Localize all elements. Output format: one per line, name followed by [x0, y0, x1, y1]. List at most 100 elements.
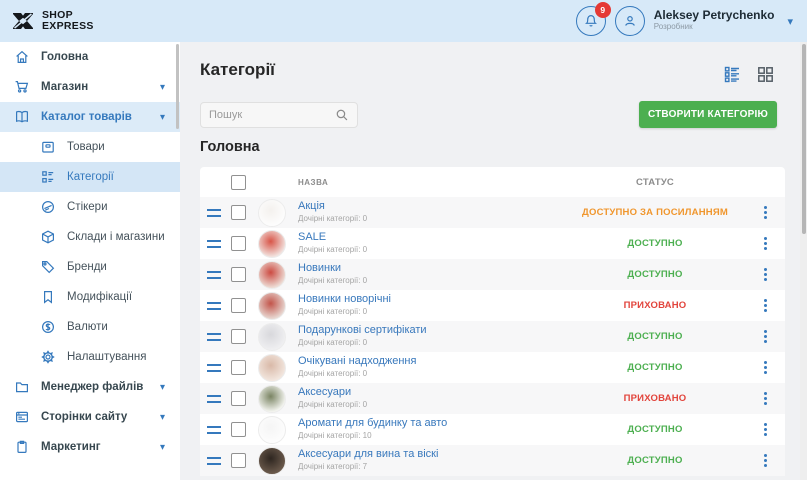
list-view-icon[interactable] [724, 66, 741, 83]
pages-icon [13, 409, 30, 426]
category-table-body: АкціяДочірні категорії: 0ДОСТУПНО ЗА ПОС… [200, 197, 785, 476]
sidebar-item-marketing[interactable]: Маркетинг▾ [0, 432, 180, 462]
kebab-menu-icon[interactable] [745, 299, 785, 312]
create-category-button[interactable]: СТВОРИТИ КАТЕГОРІЮ [639, 101, 777, 128]
kebab-menu-icon[interactable] [745, 454, 785, 467]
sidebar-item-label: Каталог товарів [41, 111, 132, 123]
user-avatar[interactable] [615, 6, 645, 36]
category-name-link[interactable]: Очікувані надходження [298, 355, 565, 367]
kebab-menu-icon[interactable] [745, 237, 785, 250]
chevron-down-icon: ▾ [160, 382, 180, 393]
drag-handle-icon[interactable] [207, 302, 221, 310]
sidebar-item-warehouse[interactable]: Склади і магазини [0, 222, 180, 252]
category-name-link[interactable]: Аксесуари для вина та віскі [298, 448, 565, 460]
category-name-link[interactable]: Акція [298, 200, 565, 212]
status-badge: ДОСТУПНО [565, 331, 745, 342]
table-row: Аксесуари для вина та віскіДочірні катег… [200, 445, 785, 476]
warehouse-icon [39, 229, 56, 246]
search-icon[interactable] [335, 108, 349, 122]
sidebar-item-cart[interactable]: Магазин▾ [0, 72, 180, 102]
select-all-checkbox[interactable] [231, 175, 246, 190]
page-title: Категорії [200, 60, 275, 80]
table-header-row: НАЗВА СТАТУС [200, 167, 785, 197]
column-header-status: СТАТУС [565, 177, 745, 188]
drag-handle-icon[interactable] [207, 364, 221, 372]
table-row: АкціяДочірні категорії: 0ДОСТУПНО ЗА ПОС… [200, 197, 785, 228]
sidebar-item-home[interactable]: Головна [0, 42, 180, 72]
sidebar-item-label: Модифікації [67, 291, 132, 303]
user-name: Aleksey Petrychenko [654, 9, 775, 21]
category-name-link[interactable]: Новинки новорічні [298, 293, 565, 305]
status-badge: ДОСТУПНО [565, 362, 745, 373]
notifications-button[interactable]: 9 [576, 6, 606, 36]
table-row: Аромати для будинку та автоДочірні катег… [200, 414, 785, 445]
category-image [258, 385, 286, 413]
sidebar-item-modifications[interactable]: Модифікації [0, 282, 180, 312]
kebab-menu-icon[interactable] [745, 423, 785, 436]
table-row: SALEДочірні категорії: 0ДОСТУПНО [200, 228, 785, 259]
sidebar-item-categories[interactable]: Категорії [0, 162, 180, 192]
category-table: НАЗВА СТАТУС АкціяДочірні категорії: 0ДО… [200, 167, 785, 476]
brand-logo[interactable]: SHOP EXPRESS [0, 9, 180, 33]
row-checkbox[interactable] [231, 298, 246, 313]
drag-handle-icon[interactable] [207, 333, 221, 341]
category-name-link[interactable]: Аксесуари [298, 386, 565, 398]
page-scrollbar-thumb[interactable] [802, 44, 806, 234]
sidebar-item-products[interactable]: Товари [0, 132, 180, 162]
sidebar-item-label: Склади і магазини [67, 231, 165, 243]
kebab-menu-icon[interactable] [745, 206, 785, 219]
category-image [258, 292, 286, 320]
sidebar-item-brands[interactable]: Бренди [0, 252, 180, 282]
drag-handle-icon[interactable] [207, 426, 221, 434]
sidebar-item-catalog[interactable]: Каталог товарів▾ [0, 102, 180, 132]
user-info[interactable]: Aleksey Petrychenko Розробник [654, 9, 775, 33]
sidebar-item-label: Стікери [67, 201, 108, 213]
grid-view-icon[interactable] [757, 66, 774, 83]
row-checkbox[interactable] [231, 329, 246, 344]
row-checkbox[interactable] [231, 236, 246, 251]
row-checkbox[interactable] [231, 422, 246, 437]
currencies-icon [39, 319, 56, 336]
user-menu-chevron-down-icon[interactable]: ▾ [787, 15, 793, 28]
sidebar-item-stickers[interactable]: Стікери [0, 192, 180, 222]
category-children-count: Дочірні категорії: 0 [298, 306, 565, 318]
sidebar-item-files[interactable]: Менеджер файлів ▾ [0, 372, 180, 402]
row-checkbox[interactable] [231, 267, 246, 282]
category-name-link[interactable]: SALE [298, 231, 565, 243]
table-row: Очікувані надходженняДочірні категорії: … [200, 352, 785, 383]
chevron-down-icon: ▾ [160, 412, 180, 423]
category-image [258, 354, 286, 382]
status-badge: ДОСТУПНО [565, 455, 745, 466]
row-checkbox[interactable] [231, 391, 246, 406]
category-children-count: Дочірні категорії: 0 [298, 399, 565, 411]
search-input[interactable] [209, 109, 335, 121]
drag-handle-icon[interactable] [207, 271, 221, 279]
drag-handle-icon[interactable] [207, 395, 221, 403]
stickers-icon [39, 199, 56, 216]
home-icon [13, 49, 30, 66]
section-title: Головна [200, 139, 260, 155]
sidebar-item-currencies[interactable]: Валюти [0, 312, 180, 342]
drag-handle-icon[interactable] [207, 209, 221, 217]
sidebar-item-settings[interactable]: Налаштування [0, 342, 180, 372]
row-checkbox[interactable] [231, 360, 246, 375]
page-scrollbar[interactable] [800, 42, 807, 480]
category-name-link[interactable]: Подарункові сертифікати [298, 324, 565, 336]
person-icon [622, 13, 638, 29]
kebab-menu-icon[interactable] [745, 268, 785, 281]
kebab-menu-icon[interactable] [745, 392, 785, 405]
column-header-name: НАЗВА [292, 178, 565, 187]
kebab-menu-icon[interactable] [745, 361, 785, 374]
table-row: НовинкиДочірні категорії: 0ДОСТУПНО [200, 259, 785, 290]
sidebar-item-pages[interactable]: Сторінки сайту▾ [0, 402, 180, 432]
sidebar-item-label: Менеджер файлів [41, 381, 143, 393]
kebab-menu-icon[interactable] [745, 330, 785, 343]
drag-handle-icon[interactable] [207, 240, 221, 248]
row-checkbox[interactable] [231, 453, 246, 468]
status-badge: ДОСТУПНО [565, 424, 745, 435]
sidebar-scrollbar[interactable] [176, 44, 179, 129]
row-checkbox[interactable] [231, 205, 246, 220]
category-name-link[interactable]: Новинки [298, 262, 565, 274]
drag-handle-icon[interactable] [207, 457, 221, 465]
category-name-link[interactable]: Аромати для будинку та авто [298, 417, 565, 429]
